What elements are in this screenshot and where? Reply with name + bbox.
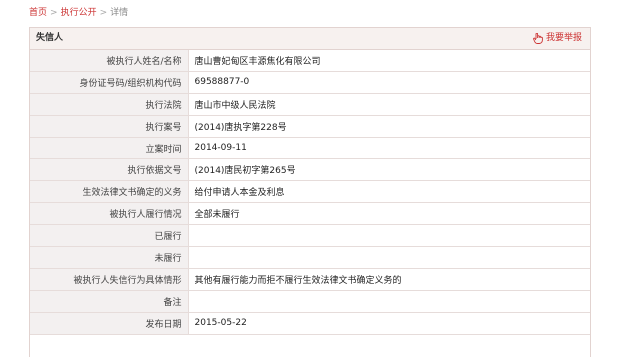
hand-pointer-icon [533,33,543,44]
table-row: 已履行 [30,224,590,248]
table-row: 执行案号 (2014)唐执字第228号 [30,115,590,138]
row-label: 生效法律文书确定的义务 [30,180,189,204]
table-row: 被执行人姓名/名称 唐山曹妃甸区丰源焦化有限公司 [30,50,590,72]
row-label: 备注 [30,290,189,313]
row-value: 69588877-0 [188,71,590,94]
row-value: 唐山曹妃甸区丰源焦化有限公司 [188,50,590,72]
row-label: 执行案号 [30,115,189,138]
row-value: (2014)唐执字第228号 [188,115,590,138]
breadcrumb-separator: > [99,8,108,18]
row-value [188,246,590,269]
row-label: 未履行 [30,246,189,269]
breadcrumb: 首页 > 执行公开 > 详情 [29,6,128,20]
row-label: 被执行人履行情况 [30,202,189,226]
row-value: 2014-09-11 [188,137,590,160]
panel-header: 失信人 我要举报 [30,28,590,50]
row-value [188,224,590,248]
table-row: 未履行 [30,246,590,269]
report-button[interactable]: 我要举报 [533,28,582,49]
detail-table: 被执行人姓名/名称 唐山曹妃甸区丰源焦化有限公司 身份证号码/组织机构代码 69588… [30,50,590,335]
detail-panel: 失信人 我要举报 被执行人姓名/名称 唐山曹妃甸区丰源焦化有限公司 身份证号码/组织… [29,27,591,357]
row-label: 执行依据文号 [30,158,189,182]
row-value: 其他有履行能力而拒不履行生效法律文书确定义务的 [188,268,590,291]
row-value: 全部未履行 [188,202,590,226]
row-label: 被执行人失信行为具体情形 [30,268,189,291]
breadcrumb-home-link[interactable]: 首页 [29,8,47,18]
breadcrumb-current: 详情 [110,8,129,18]
report-label: 我要举报 [545,33,582,43]
table-row: 被执行人履行情况 全部未履行 [30,202,590,226]
table-row: 执行依据文号 (2014)唐民初字第265号 [30,158,590,182]
table-row: 备注 [30,290,590,313]
breadcrumb-separator: > [50,8,58,18]
table-row: 身份证号码/组织机构代码 69588877-0 [30,71,590,94]
row-label: 执行法院 [30,93,189,116]
row-value: (2014)唐民初字第265号 [188,158,590,182]
row-label: 身份证号码/组织机构代码 [30,71,189,94]
row-value: 2015-05-22 [188,312,590,335]
row-label: 被执行人姓名/名称 [30,50,189,72]
table-row: 生效法律文书确定的义务 给付申请人本金及利息 [30,180,590,204]
table-row: 被执行人失信行为具体情形 其他有履行能力而拒不履行生效法律文书确定义务的 [30,268,590,291]
row-label: 发布日期 [30,312,189,335]
row-value: 给付申请人本金及利息 [188,180,590,204]
table-row: 立案时间 2014-09-11 [30,137,590,160]
breadcrumb-section-link[interactable]: 执行公开 [61,8,97,18]
table-row: 发布日期 2015-05-22 [30,312,590,335]
row-label: 立案时间 [30,137,189,160]
row-value [188,290,590,313]
table-row: 执行法院 唐山市中级人民法院 [30,93,590,116]
row-value: 唐山市中级人民法院 [188,93,590,116]
panel-title: 失信人 [36,33,64,43]
row-label: 已履行 [30,224,189,248]
